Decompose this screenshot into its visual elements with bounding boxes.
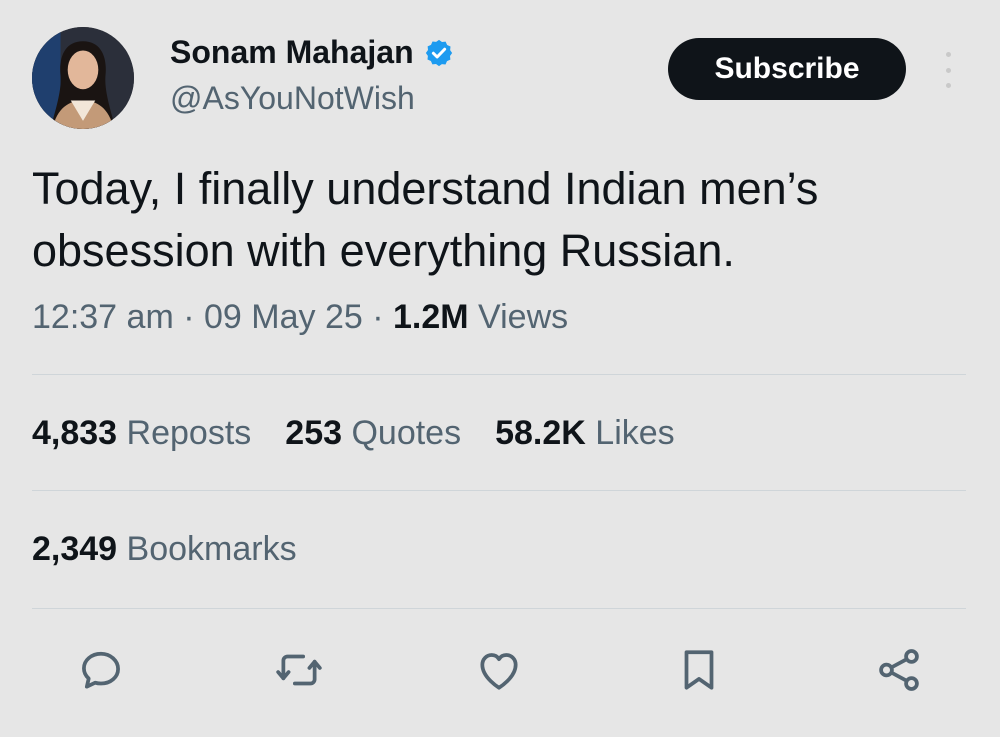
subscribe-button[interactable]: Subscribe — [668, 38, 906, 100]
bookmark-icon — [684, 650, 714, 690]
quotes-stat[interactable]: 253 Quotes — [285, 414, 461, 453]
tweet-time[interactable]: 12:37 am — [32, 298, 174, 336]
quotes-count: 253 — [285, 414, 343, 452]
like-button[interactable] — [472, 643, 526, 697]
tweet-text: Today, I finally understand Indian men’s… — [32, 158, 962, 282]
engagement-stats: 4,833 Reposts 253 Quotes 58.2K Likes — [32, 414, 709, 453]
bookmark-button[interactable] — [672, 643, 726, 697]
like-icon — [480, 653, 518, 690]
tweet-meta: 12:37 am · 09 May 25 · 1.2M Views — [32, 298, 568, 337]
author-name-row[interactable]: Sonam Mahajan — [170, 34, 454, 71]
views-label: Views — [478, 298, 569, 336]
share-button[interactable] — [872, 643, 926, 697]
divider — [32, 490, 966, 491]
views-count: 1.2M — [393, 298, 469, 336]
likes-label: Likes — [595, 414, 675, 452]
reply-button[interactable] — [74, 643, 128, 697]
avatar[interactable] — [32, 27, 134, 129]
divider — [32, 374, 966, 375]
bookmarks-stat[interactable]: 2,349 Bookmarks — [32, 530, 297, 569]
tweet-date[interactable]: 09 May 25 — [204, 298, 363, 336]
verified-badge-icon — [425, 39, 452, 66]
author-handle[interactable]: @AsYouNotWish — [170, 80, 415, 117]
retweet-button[interactable] — [272, 643, 326, 697]
divider — [32, 608, 966, 609]
likes-stat[interactable]: 58.2K Likes — [495, 414, 675, 453]
tweet-text-line-1: Today, I finally understand Indian men’s — [32, 163, 819, 214]
avatar-image — [32, 27, 134, 129]
retweet-icon — [276, 654, 322, 686]
meta-separator: · — [183, 298, 195, 336]
tweet-text-line-2: obsession with everything Russian. — [32, 225, 735, 276]
reply-icon — [82, 651, 120, 689]
more-options-icon[interactable] — [936, 52, 960, 88]
bookmarks-count: 2,349 — [32, 530, 118, 568]
share-icon — [879, 649, 919, 691]
meta-separator: · — [372, 298, 384, 336]
reposts-stat[interactable]: 4,833 Reposts — [32, 414, 251, 453]
bookmarks-label: Bookmarks — [126, 530, 297, 568]
likes-count: 58.2K — [495, 414, 586, 452]
reposts-count: 4,833 — [32, 414, 118, 452]
quotes-label: Quotes — [351, 414, 462, 452]
reposts-label: Reposts — [126, 414, 252, 452]
author-name[interactable]: Sonam Mahajan — [170, 34, 414, 71]
